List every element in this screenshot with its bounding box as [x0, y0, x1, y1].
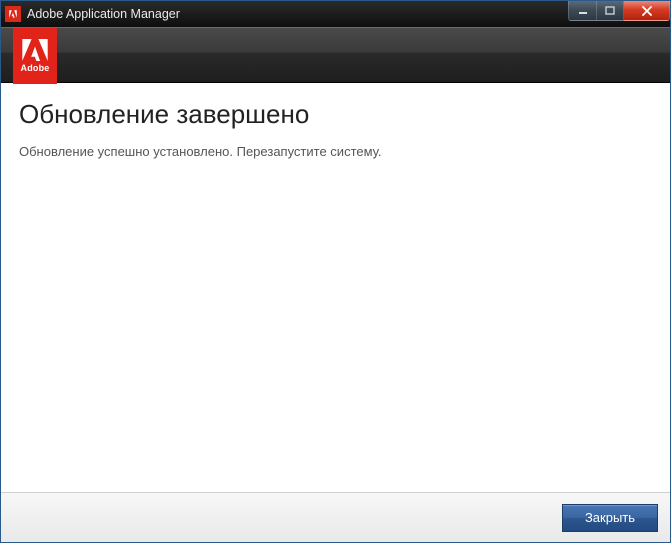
- maximize-button[interactable]: [596, 1, 624, 21]
- adobe-logo-icon: [22, 39, 48, 61]
- content-area: Обновление завершено Обновление успешно …: [1, 83, 670, 492]
- status-message: Обновление успешно установлено. Перезапу…: [19, 144, 652, 159]
- minimize-button[interactable]: [568, 1, 596, 21]
- window-controls: [568, 1, 670, 21]
- close-button[interactable]: Закрыть: [562, 504, 658, 532]
- application-window: Adobe Application Manager Adobe Обновлен…: [0, 0, 671, 543]
- close-window-button[interactable]: [624, 1, 670, 21]
- header-banner: Adobe: [1, 27, 670, 83]
- page-heading: Обновление завершено: [19, 99, 652, 130]
- footer-bar: Закрыть: [1, 492, 670, 542]
- close-icon: [641, 6, 653, 16]
- maximize-icon: [605, 6, 615, 15]
- adobe-wordmark: Adobe: [21, 63, 50, 73]
- minimize-icon: [578, 7, 588, 15]
- adobe-badge: Adobe: [13, 28, 57, 84]
- adobe-app-icon: [5, 6, 21, 22]
- window-title: Adobe Application Manager: [27, 7, 180, 21]
- titlebar[interactable]: Adobe Application Manager: [1, 1, 670, 27]
